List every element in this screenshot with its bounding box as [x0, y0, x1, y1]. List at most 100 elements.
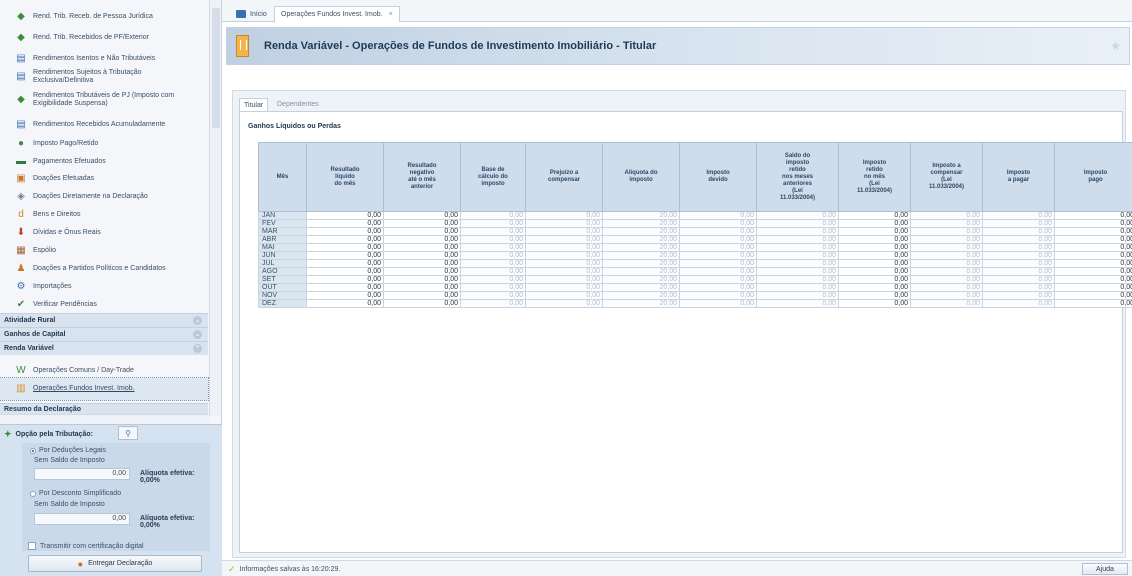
- document-icon: ▤: [16, 119, 26, 130]
- editable-value-cell[interactable]: 0,00: [838, 227, 911, 236]
- tab-operacoes-fii[interactable]: Operações Fundos Invest. Imob. ×: [274, 6, 400, 22]
- editable-value-cell[interactable]: 0,00: [1054, 275, 1132, 284]
- editable-value-cell[interactable]: 0,00: [838, 259, 911, 268]
- tab-inicio[interactable]: Início: [230, 6, 273, 22]
- editable-value-cell[interactable]: 0,00: [383, 275, 461, 284]
- editable-value-cell[interactable]: 0,00: [1054, 283, 1132, 292]
- sidebar-item[interactable]: ◆ Rend. Trib. Receb. de Pessoa Jurídica: [0, 6, 208, 28]
- sidebar-tree: ◆ Rend. Trib. Receb. de Pessoa Jurídica ◆ R…: [0, 0, 222, 424]
- editable-value-cell[interactable]: 0,00: [383, 283, 461, 292]
- editable-value-cell[interactable]: 0,00: [306, 259, 384, 268]
- editable-value-cell[interactable]: 0,00: [1054, 299, 1132, 308]
- editable-value-cell[interactable]: 0,00: [1054, 259, 1132, 268]
- editable-value-cell[interactable]: 0,00: [838, 267, 911, 276]
- editable-value-cell[interactable]: 0,00: [1054, 291, 1132, 300]
- tab-dependentes[interactable]: Dependentes: [273, 98, 323, 111]
- editable-value-cell[interactable]: 0,00: [306, 299, 384, 308]
- editable-value-cell[interactable]: 0,00: [306, 251, 384, 260]
- sidebar-item-label: Operações Fundos Invest. Imob.: [33, 385, 135, 392]
- chevron-down-icon[interactable]: ⌄: [193, 330, 202, 339]
- editable-value-cell[interactable]: 0,00: [383, 259, 461, 268]
- star-icon[interactable]: ★: [1110, 39, 1121, 53]
- editable-value-cell[interactable]: 0,00: [383, 235, 461, 244]
- readonly-value-cell: 0,00: [460, 227, 526, 236]
- month-cell: NOV: [258, 291, 307, 300]
- readonly-value-cell: 0,00: [679, 251, 757, 260]
- editable-value-cell[interactable]: 0,00: [306, 235, 384, 244]
- deducoes-legais-label: Por Deduções Legais: [39, 447, 106, 454]
- table-row: JUL 0,00 0,00 0,00 0,00 20,00 0,00 0,00 0,00 0,00…: [258, 259, 1132, 268]
- editable-value-cell[interactable]: 0,00: [838, 291, 911, 300]
- editable-value-cell[interactable]: 0,00: [383, 243, 461, 252]
- editable-value-cell[interactable]: 0,00: [306, 267, 384, 276]
- readonly-value-cell: 0,00: [525, 275, 603, 284]
- month-cell: MAR: [258, 227, 307, 236]
- editable-value-cell[interactable]: 0,00: [838, 299, 911, 308]
- readonly-value-cell: 0,00: [756, 235, 839, 244]
- document-tabbar: Início Operações Fundos Invest. Imob. ×: [222, 0, 1132, 22]
- editable-value-cell[interactable]: 0,00: [306, 243, 384, 252]
- editable-value-cell[interactable]: 0,00: [306, 227, 384, 236]
- editable-value-cell[interactable]: 0,00: [383, 211, 461, 220]
- certificacao-checkbox[interactable]: Transmitir com certificação digital: [28, 542, 144, 550]
- editable-value-cell[interactable]: 0,00: [1054, 243, 1132, 252]
- editable-value-cell[interactable]: 0,00: [1054, 251, 1132, 260]
- editable-value-cell[interactable]: 0,00: [838, 219, 911, 228]
- deducoes-legais-radio[interactable]: Por Deduções Legais: [30, 447, 106, 454]
- editable-value-cell[interactable]: 0,00: [383, 227, 461, 236]
- editable-value-cell[interactable]: 0,00: [306, 275, 384, 284]
- radio-selected-icon[interactable]: [30, 447, 36, 454]
- editable-value-cell[interactable]: 0,00: [306, 291, 384, 300]
- entregar-declaracao-button[interactable]: ● Entregar Declaração: [28, 555, 202, 572]
- tributacao-options: Por Deduções Legais Sem Saldo de Imposto…: [22, 443, 210, 551]
- sidebar-item[interactable]: ▤ Rendimentos Sujeitos à Tributação Exclu…: [0, 66, 208, 88]
- month-cell: SET: [258, 275, 307, 284]
- editable-value-cell[interactable]: 0,00: [1054, 267, 1132, 276]
- column-header: Base de cálculo do imposto: [460, 142, 526, 212]
- sidebar-item-fii-selected[interactable]: ▥ Operações Fundos Invest. Imob.: [0, 377, 209, 401]
- readonly-value-cell: 0,00: [679, 243, 757, 252]
- table-row: SET 0,00 0,00 0,00 0,00 20,00 0,00 0,00 0,00 0,00…: [258, 275, 1132, 284]
- editable-value-cell[interactable]: 0,00: [838, 283, 911, 292]
- editable-value-cell[interactable]: 0,00: [1054, 235, 1132, 244]
- editable-value-cell[interactable]: 0,00: [306, 219, 384, 228]
- sidebar-item[interactable]: ◆ Rend. Trib. Recebidos de PF/Exterior: [0, 27, 208, 49]
- editable-value-cell[interactable]: 0,00: [838, 211, 911, 220]
- readonly-value-cell: 0,00: [982, 211, 1055, 220]
- search-icon[interactable]: ⚲: [118, 426, 138, 440]
- section-header[interactable]: Renda Variável ⌃: [0, 341, 208, 355]
- readonly-value-cell: 0,00: [679, 219, 757, 228]
- ajuda-button[interactable]: Ajuda: [1082, 563, 1128, 575]
- editable-value-cell[interactable]: 0,00: [383, 267, 461, 276]
- editable-value-cell[interactable]: 0,00: [838, 251, 911, 260]
- close-icon[interactable]: ×: [389, 11, 393, 18]
- tab-titular[interactable]: Titular: [239, 98, 269, 111]
- month-cell: JUN: [258, 251, 307, 260]
- desconto-simplificado-radio[interactable]: Por Desconto Simplificado: [30, 490, 121, 497]
- radio-unselected-icon[interactable]: [30, 490, 36, 497]
- editable-value-cell[interactable]: 0,00: [838, 235, 911, 244]
- sidebar-horizontal-scrollbar[interactable]: [0, 414, 210, 424]
- section-header[interactable]: Ganhos de Capital ⌄: [0, 327, 208, 341]
- letter-d-icon: d: [18, 209, 24, 220]
- checkbox-icon[interactable]: [28, 542, 36, 550]
- sidebar-item[interactable]: ◆ Rendimentos Tributáveis de PJ (Imposto …: [0, 89, 208, 111]
- editable-value-cell[interactable]: 0,00: [383, 291, 461, 300]
- editable-value-cell[interactable]: 0,00: [1054, 219, 1132, 228]
- editable-value-cell[interactable]: 0,00: [838, 243, 911, 252]
- scrollbar-thumb[interactable]: [212, 8, 220, 128]
- editable-value-cell[interactable]: 0,00: [383, 219, 461, 228]
- column-header: Alíquota do imposto: [602, 142, 680, 212]
- sidebar-vertical-scrollbar[interactable]: [209, 0, 221, 416]
- sidebar-item-label: Pagamentos Efetuados: [33, 158, 106, 165]
- chevron-up-icon[interactable]: ⌃: [193, 344, 202, 353]
- editable-value-cell[interactable]: 0,00: [383, 251, 461, 260]
- chevron-down-icon[interactable]: ⌄: [193, 316, 202, 325]
- editable-value-cell[interactable]: 0,00: [1054, 211, 1132, 220]
- editable-value-cell[interactable]: 0,00: [306, 283, 384, 292]
- section-header[interactable]: Atividade Rural ⌄: [0, 313, 208, 327]
- editable-value-cell[interactable]: 0,00: [838, 275, 911, 284]
- editable-value-cell[interactable]: 0,00: [383, 299, 461, 308]
- editable-value-cell[interactable]: 0,00: [1054, 227, 1132, 236]
- editable-value-cell[interactable]: 0,00: [306, 211, 384, 220]
